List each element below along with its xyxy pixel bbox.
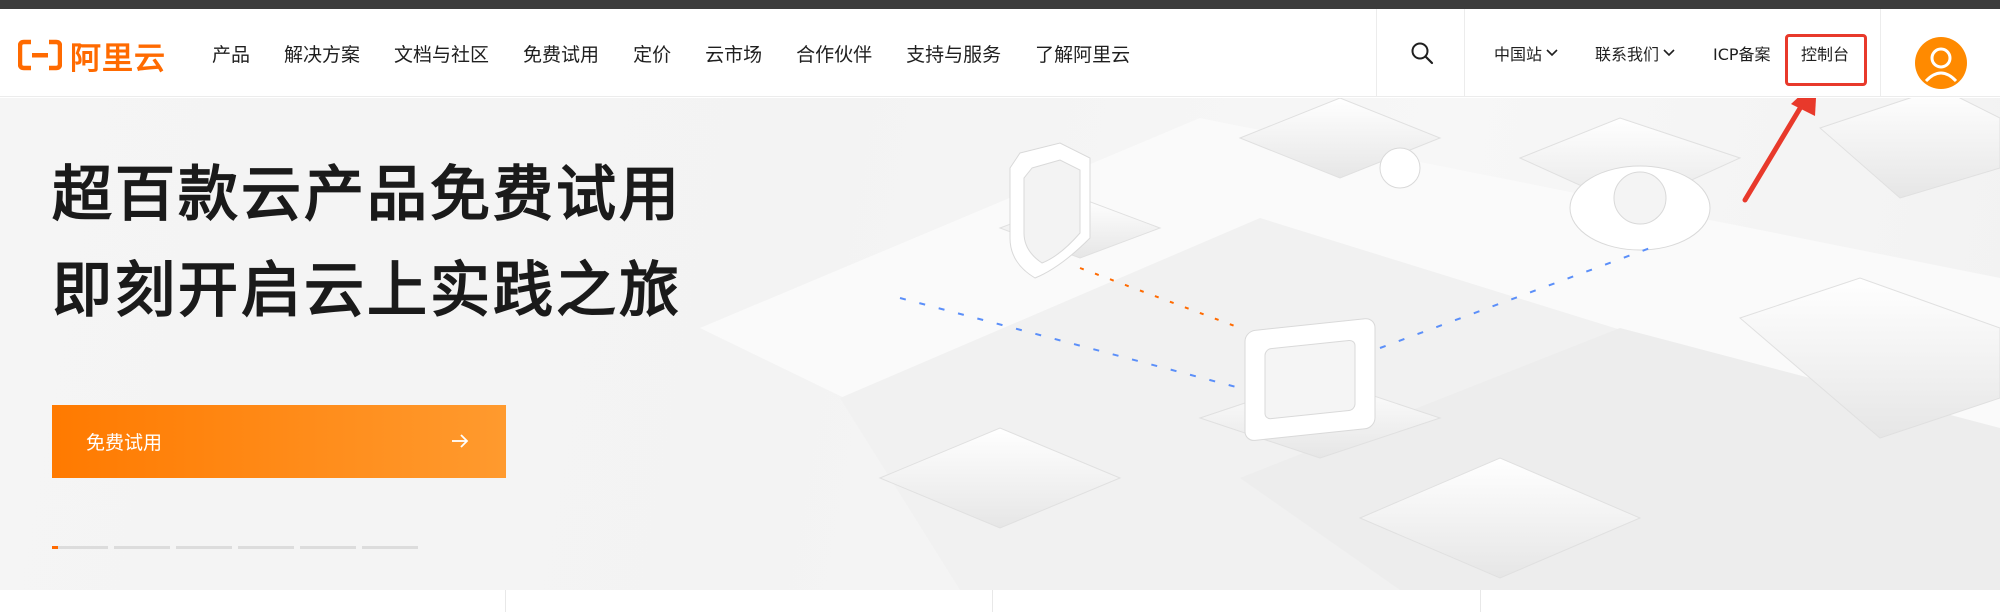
- hero-banner: 超百款云产品免费试用 即刻开启云上实践之旅 免费试用: [0, 98, 2000, 590]
- icp-filing-link[interactable]: ICP备案: [1713, 41, 1771, 65]
- brand-name: 阿里云: [70, 40, 166, 77]
- hero-title-line2: 即刻开启云上实践之旅: [52, 256, 682, 326]
- chevron-down-icon: [1546, 49, 1558, 57]
- carousel-dot[interactable]: [362, 546, 418, 549]
- annotation-arrow-icon: [1742, 98, 1816, 203]
- carousel-dot[interactable]: [300, 546, 356, 549]
- aliyun-logo[interactable]: 阿里云: [17, 35, 166, 77]
- aliyun-logo-mark-icon: [17, 39, 63, 71]
- search-icon: [1411, 42, 1434, 65]
- carousel-dot[interactable]: [238, 546, 294, 549]
- carousel-dot[interactable]: [114, 546, 170, 549]
- nav-item-about[interactable]: 了解阿里云: [1035, 40, 1130, 67]
- hero-title-line1: 超百款云产品免费试用: [52, 160, 682, 230]
- nav-item-products[interactable]: 产品: [212, 40, 250, 67]
- feature-cards-strip: [0, 590, 2000, 612]
- nav-divider: [1880, 9, 1881, 97]
- icp-filing-label: ICP备案: [1713, 45, 1771, 64]
- free-trial-button-label: 免费试用: [86, 432, 163, 454]
- nav-item-docs-community[interactable]: 文档与社区: [394, 40, 489, 67]
- free-trial-button[interactable]: 免费试用: [52, 405, 506, 478]
- avatar-icon: [1924, 47, 1958, 83]
- carousel-dot[interactable]: [52, 546, 108, 549]
- nav-item-solutions[interactable]: 解决方案: [284, 40, 360, 67]
- nav-item-marketplace[interactable]: 云市场: [705, 40, 762, 67]
- arrow-right-icon: [452, 434, 469, 448]
- annotation-highlight-box: [1785, 34, 1867, 86]
- main-navbar: 阿里云 产品 解决方案 文档与社区 免费试用 定价 云市场 合作伙伴 支持与服务…: [0, 9, 2000, 97]
- chevron-down-icon: [1663, 49, 1675, 57]
- contact-us-label: 联系我们: [1595, 45, 1660, 64]
- browser-top-bar: [0, 0, 2000, 9]
- card-divider: [992, 590, 993, 612]
- site-selector-label: 中国站: [1494, 45, 1543, 64]
- nav-divider: [1464, 9, 1465, 97]
- carousel-indicators: [52, 546, 424, 549]
- nav-item-support[interactable]: 支持与服务: [906, 40, 1001, 67]
- nav-divider: [1376, 9, 1377, 97]
- search-button[interactable]: [1400, 31, 1444, 75]
- primary-nav: 产品 解决方案 文档与社区 免费试用 定价 云市场 合作伙伴 支持与服务 了解阿…: [212, 9, 1164, 97]
- site-selector[interactable]: 中国站: [1494, 41, 1558, 65]
- carousel-dot[interactable]: [176, 546, 232, 549]
- nav-item-free-trial[interactable]: 免费试用: [523, 40, 599, 67]
- nav-item-partners[interactable]: 合作伙伴: [796, 40, 872, 67]
- avatar[interactable]: [1915, 37, 1967, 89]
- nav-item-pricing[interactable]: 定价: [633, 40, 671, 67]
- contact-us-menu[interactable]: 联系我们: [1595, 41, 1675, 65]
- card-divider: [1480, 590, 1481, 612]
- card-divider: [505, 590, 506, 612]
